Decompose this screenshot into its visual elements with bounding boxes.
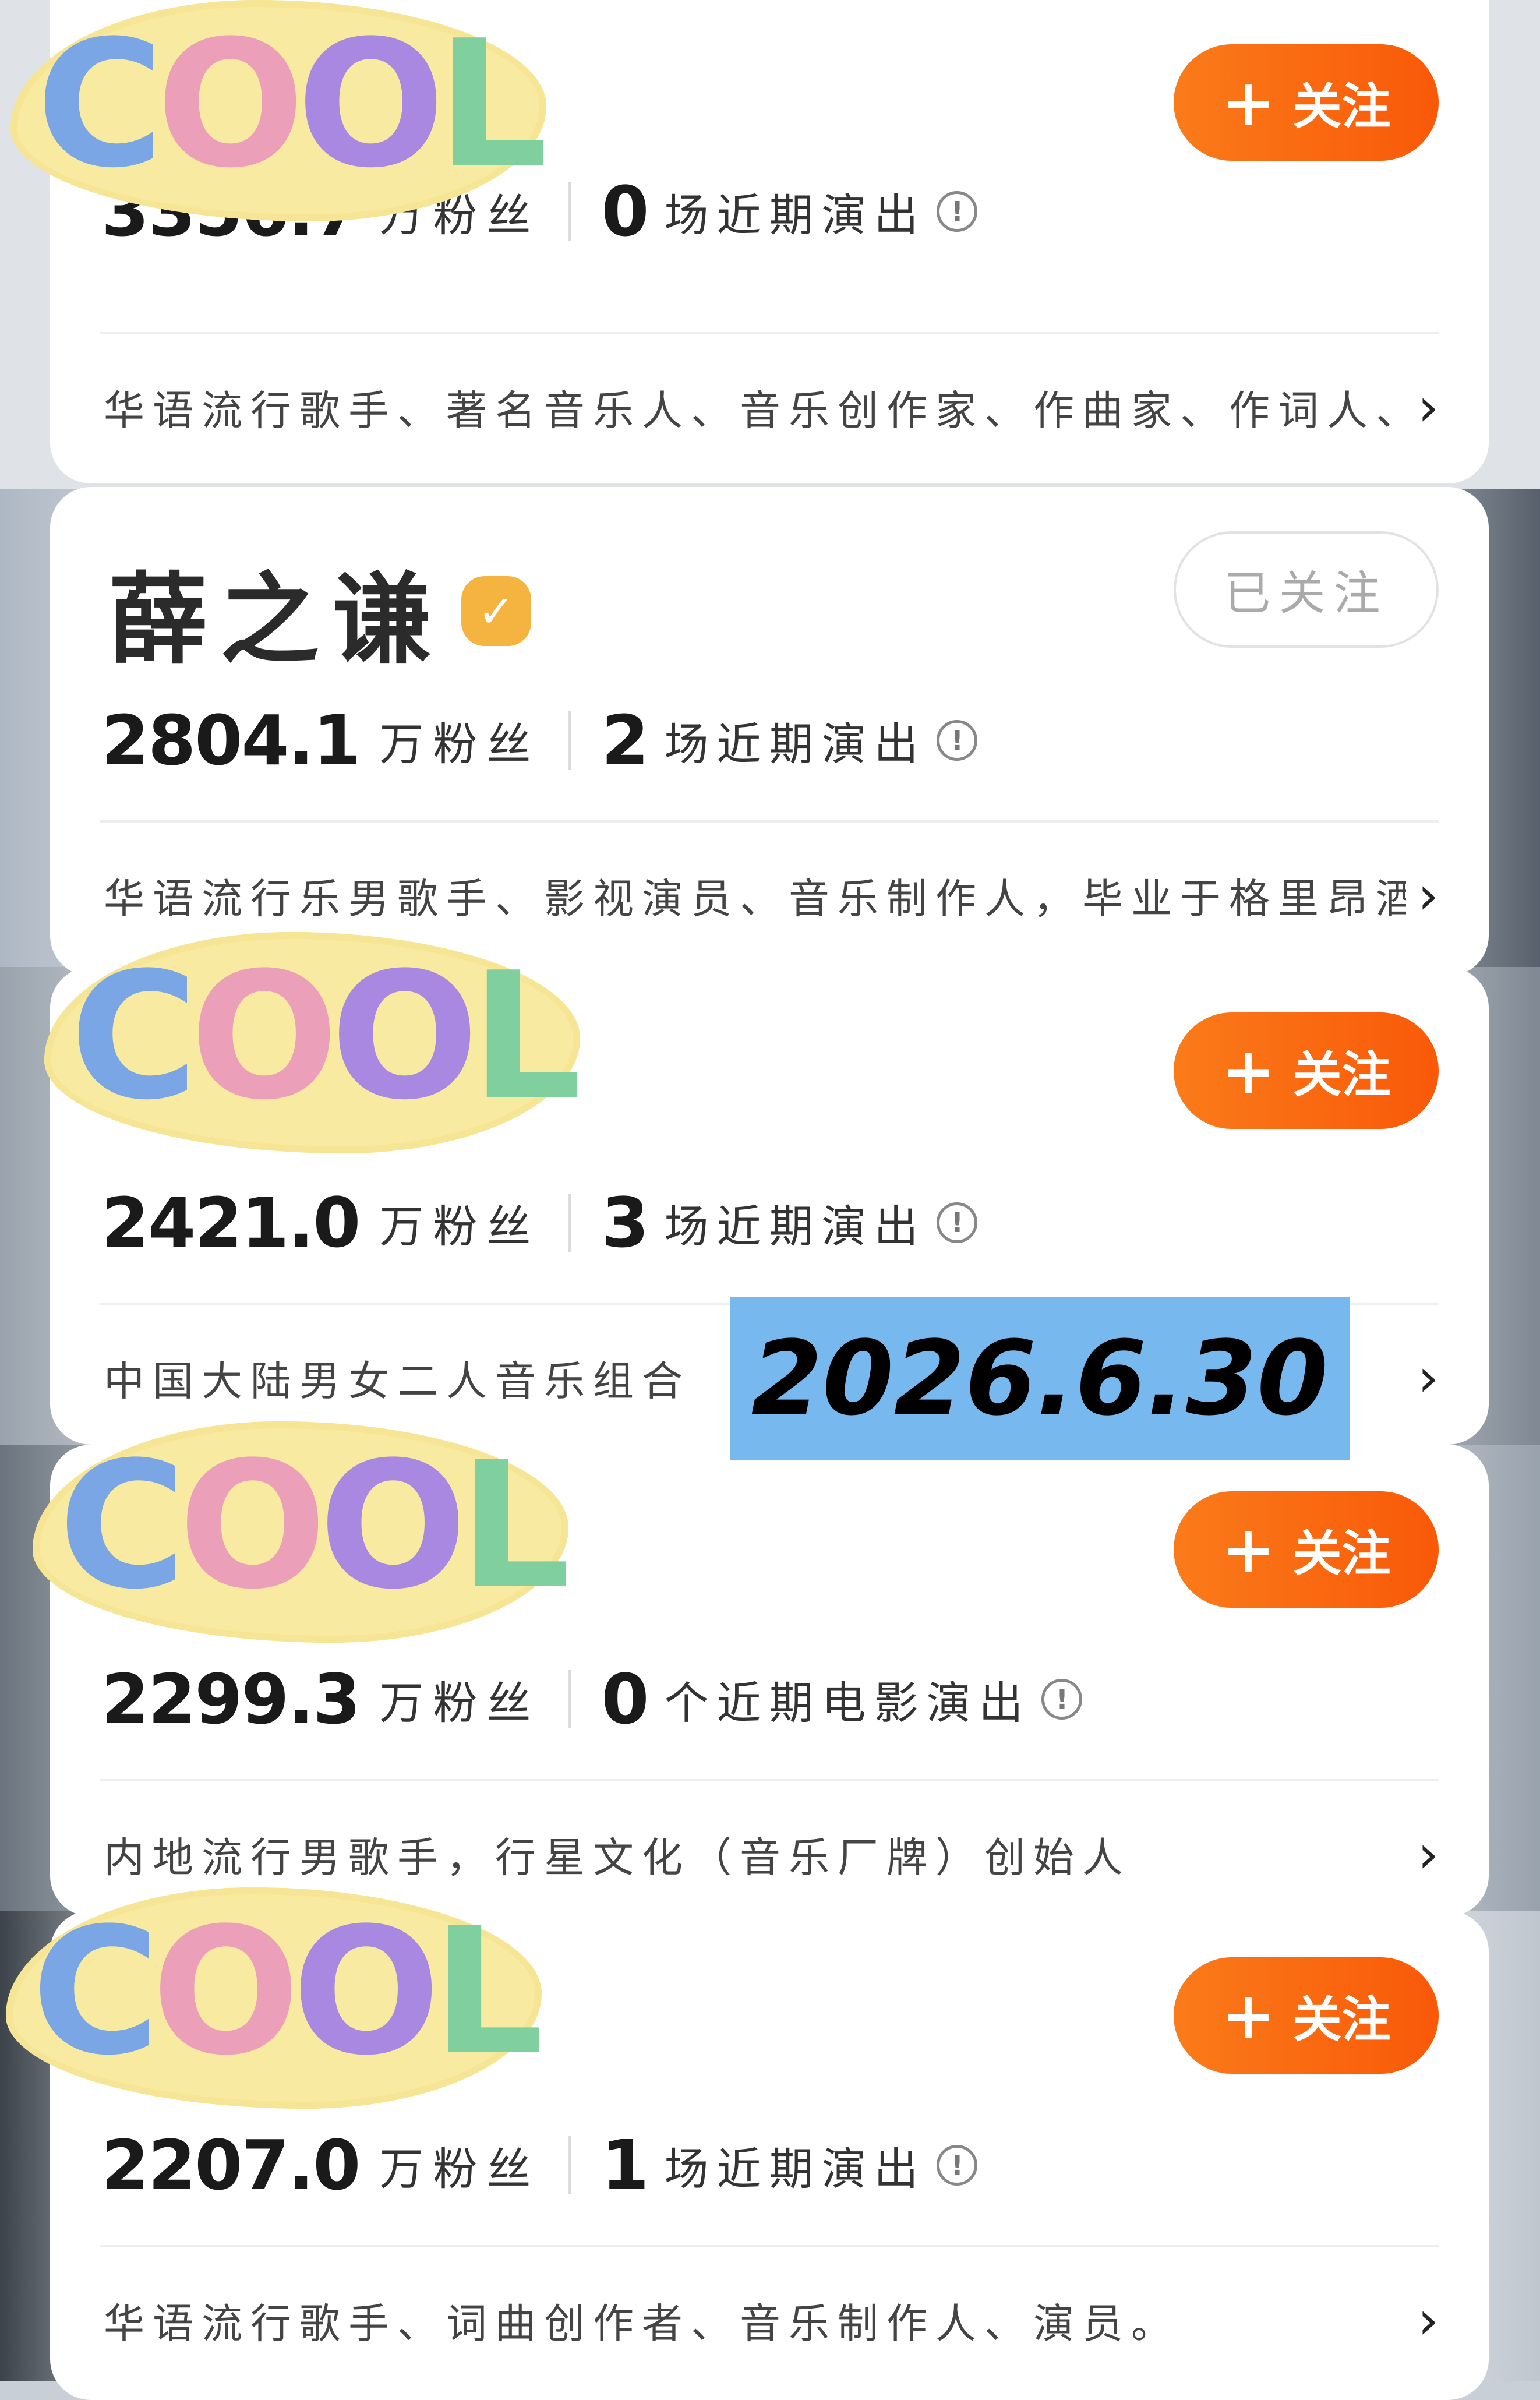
sticker-letter: C <box>70 935 199 1138</box>
artist-description: 内地流行男歌手，行星文化（音乐厂牌）创始人 <box>104 1833 1131 1882</box>
follow-label: 关注 <box>1292 77 1391 135</box>
followed-button[interactable]: 已关注 <box>1174 531 1439 648</box>
plus-icon: + <box>1221 65 1276 140</box>
fans-unit: 万粉丝 <box>379 1677 541 1729</box>
sticker-letters: C O O L <box>36 3 548 206</box>
shows-label: 个近期电影演出 <box>664 1677 1032 1729</box>
plus-icon: + <box>1221 1033 1276 1108</box>
fans-count: 2207.0 <box>101 2125 361 2205</box>
follow-label: 关注 <box>1292 1046 1391 1103</box>
cool-sticker: C O O L <box>10 0 548 221</box>
sticker-letter: L <box>432 1890 544 2094</box>
stats-divider <box>568 711 571 770</box>
shows-count: 3 <box>601 1183 649 1263</box>
stats-divider <box>568 2136 571 2194</box>
artist-card[interactable]: 薛之谦 ✓ 已关注 2804.1 万粉丝 2 场近期演出 ! 华语流行乐男歌手、… <box>50 487 1489 976</box>
card-divider <box>100 1779 1439 1781</box>
info-icon[interactable]: ! <box>937 720 978 761</box>
sticker-letter: C <box>36 3 165 206</box>
follow-button[interactable]: + 关注 <box>1174 1491 1439 1608</box>
stats-row: 2207.0 万粉丝 1 场近期演出 ! <box>101 2125 978 2205</box>
sticker-letter: O <box>178 1424 327 1628</box>
sticker-letter: O <box>151 1890 301 2094</box>
verified-badge-icon: ✓ <box>461 576 532 646</box>
fans-count: 2804.1 <box>101 700 361 781</box>
stats-row: 2421.0 万粉丝 3 场近期演出 ! <box>101 1183 978 1263</box>
follow-label: 关注 <box>1292 1990 1391 2048</box>
plus-icon: + <box>1221 1978 1276 2053</box>
chevron-right-icon: › <box>1418 864 1439 926</box>
shows-label: 场近期演出 <box>664 718 927 770</box>
sticker-letter: C <box>31 1890 160 2094</box>
sticker-letter: L <box>471 935 582 1138</box>
sticker-letters: C O O L <box>58 1424 570 1628</box>
sticker-letter: O <box>190 935 339 1138</box>
chevron-right-icon: › <box>1418 376 1439 438</box>
sticker-letter: L <box>437 3 549 206</box>
sticker-letter: L <box>459 1424 571 1628</box>
sticker-letter: O <box>292 1890 441 2094</box>
chevron-right-icon: › <box>1418 1347 1439 1409</box>
sticker-letter: C <box>58 1424 187 1628</box>
sticker-letters: C O O L <box>31 1890 543 2094</box>
fans-count: 2421.0 <box>101 1183 361 1263</box>
info-icon[interactable]: ! <box>937 191 978 232</box>
stats-divider <box>568 1670 571 1728</box>
artist-description: 华语流行歌手、著名音乐人、音乐创作家、作曲家、作词人、制 <box>104 386 1406 435</box>
description-row[interactable]: 华语流行歌手、词曲创作者、音乐制作人、演员。 › <box>104 2288 1439 2352</box>
sticker-letter: O <box>156 3 305 206</box>
stats-row: 2299.3 万粉丝 0 个近期电影演出 ! <box>101 1659 1083 1739</box>
sticker-letter: O <box>330 935 479 1138</box>
fans-unit: 万粉丝 <box>379 2143 541 2195</box>
chevron-right-icon: › <box>1418 2289 1439 2351</box>
description-row[interactable]: 内地流行男歌手，行星文化（音乐厂牌）创始人 › <box>104 1822 1439 1886</box>
card-divider <box>100 2245 1439 2247</box>
fans-unit: 万粉丝 <box>379 1201 541 1252</box>
info-icon[interactable]: ! <box>937 1202 978 1243</box>
fans-unit: 万粉丝 <box>379 718 541 770</box>
artist-description: 华语流行乐男歌手、影视演员、音乐制作人，毕业于格里昂酒店 <box>104 874 1406 923</box>
sticker-letters: C O O L <box>70 935 582 1138</box>
stats-divider <box>568 1194 571 1252</box>
artist-name: 薛之谦 <box>108 562 444 678</box>
description-row[interactable]: 华语流行歌手、著名音乐人、音乐创作家、作曲家、作词人、制 › <box>104 375 1439 439</box>
sticker-letter: O <box>296 3 446 206</box>
cool-sticker: C O O L <box>6 1887 543 2109</box>
artist-name-row: 薛之谦 ✓ <box>108 539 532 683</box>
sticker-letter: O <box>319 1424 468 1628</box>
chevron-right-icon: › <box>1418 1823 1439 1885</box>
shows-count: 1 <box>601 2125 649 2205</box>
info-icon[interactable]: ! <box>1041 1679 1083 1720</box>
follow-label: 关注 <box>1292 1524 1391 1582</box>
artist-description: 华语流行歌手、词曲创作者、音乐制作人、演员。 <box>104 2299 1180 2348</box>
plus-icon: + <box>1221 1512 1276 1587</box>
shows-label: 场近期演出 <box>664 189 927 241</box>
shows-label: 场近期演出 <box>664 1201 927 1252</box>
info-icon[interactable]: ! <box>937 2145 978 2186</box>
description-row[interactable]: 华语流行乐男歌手、影视演员、音乐制作人，毕业于格里昂酒店 › <box>104 863 1439 927</box>
follow-button[interactable]: + 关注 <box>1174 1012 1439 1129</box>
fans-count: 2299.3 <box>101 1659 361 1739</box>
stats-row: 2804.1 万粉丝 2 场近期演出 ! <box>101 700 978 781</box>
date-stamp: 2026.6.30 <box>730 1297 1350 1460</box>
follow-button[interactable]: + 关注 <box>1174 44 1439 161</box>
card-divider <box>100 332 1439 334</box>
follow-button[interactable]: + 关注 <box>1174 1957 1439 2074</box>
shows-count: 2 <box>601 700 649 781</box>
cool-sticker: C O O L <box>33 1421 570 1643</box>
shows-count: 0 <box>601 171 649 252</box>
stats-divider <box>568 182 571 241</box>
card-divider <box>100 820 1439 823</box>
cool-sticker: C O O L <box>44 932 582 1153</box>
shows-label: 场近期演出 <box>664 2143 927 2195</box>
shows-count: 0 <box>601 1659 649 1739</box>
